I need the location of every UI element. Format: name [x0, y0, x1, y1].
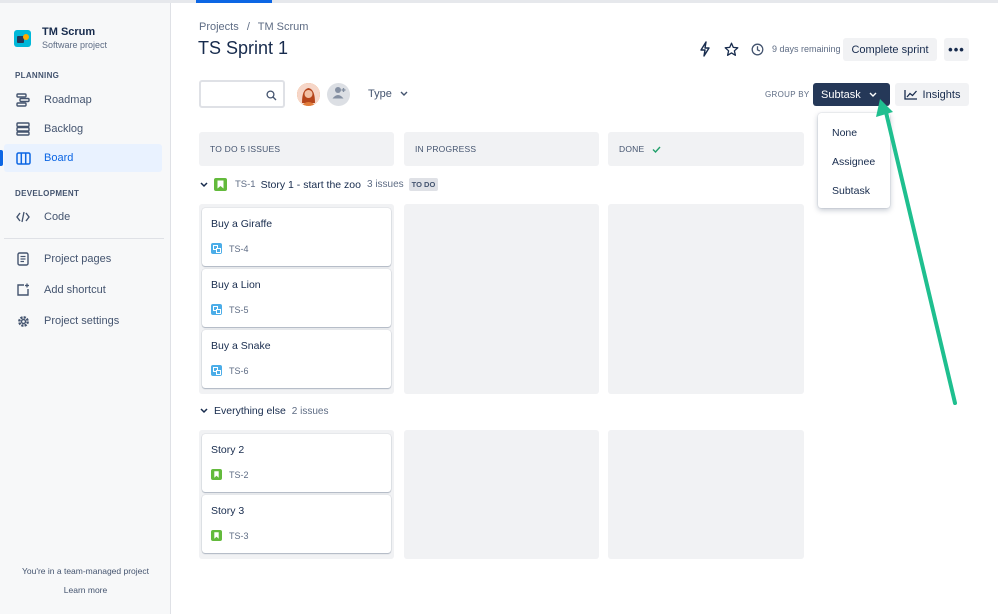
annotation-arrow: [876, 99, 957, 405]
